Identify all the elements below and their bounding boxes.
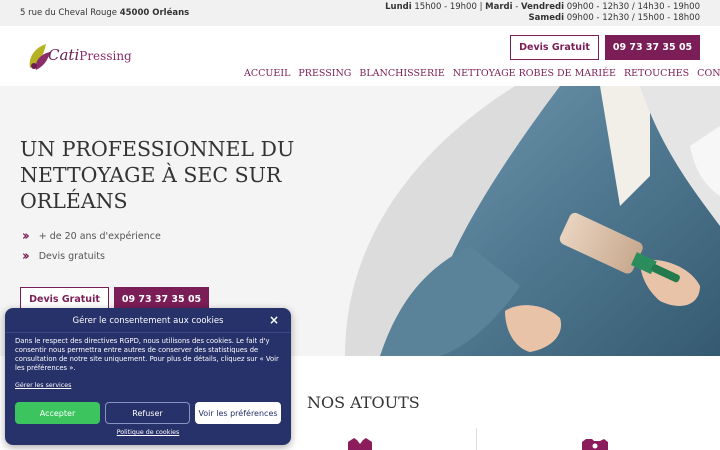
atouts-title: NOS ATOUTS bbox=[307, 393, 420, 412]
washing-machine-icon bbox=[582, 439, 608, 450]
cookie-divider bbox=[5, 332, 291, 333]
nav-item-blanchisserie[interactable]: BLANCHISSERIE bbox=[359, 68, 444, 79]
site-logo[interactable]: CatiPressing bbox=[26, 38, 136, 72]
nav-item-nettoyage-robes[interactable]: NETTOYAGE ROBES DE MARIÉE bbox=[453, 68, 616, 79]
cookie-text: Dans le respect des directives RGPD, nou… bbox=[15, 337, 279, 372]
hours-day-samedi: Samedi bbox=[528, 13, 564, 23]
close-icon[interactable]: × bbox=[269, 313, 279, 327]
nav-item-accueil[interactable]: ACCUEIL bbox=[244, 68, 290, 79]
hours-time-samedi: 09h00 - 12h30 / 15h00 - 18h00 bbox=[564, 13, 700, 23]
double-chevron-icon: ›› bbox=[22, 249, 30, 264]
accept-button[interactable]: Accepter bbox=[15, 402, 100, 424]
double-chevron-icon: ›› bbox=[22, 229, 30, 244]
hours-time-lundi: 15h00 - 19h00 | bbox=[411, 2, 486, 12]
hours-day-mardi: Mardi bbox=[485, 2, 513, 12]
shirt-icon bbox=[348, 438, 372, 450]
cookie-policy-link[interactable]: Politique de cookies bbox=[5, 429, 291, 436]
hours-separator: - bbox=[512, 2, 522, 12]
refuse-button[interactable]: Refuser bbox=[105, 402, 190, 424]
address: 5 rue du Cheval Rouge 45000 Orléans bbox=[20, 8, 189, 18]
preferences-button[interactable]: Voir les préférences bbox=[195, 402, 281, 424]
nav-item-contact[interactable]: CONTACT bbox=[697, 68, 720, 79]
hero-title: UN PROFESSIONNEL DU NETTOYAGE À SEC SUR … bbox=[20, 137, 295, 213]
manage-services-link[interactable]: Gérer les services bbox=[15, 382, 71, 389]
hours-line-2: Samedi 09h00 - 12h30 / 15h00 - 18h00 bbox=[385, 13, 700, 24]
cookie-consent-modal: Gérer le consentement aux cookies × Dans… bbox=[5, 308, 291, 445]
atout-divider bbox=[476, 428, 477, 450]
feature-text: + de 20 ans d'expérience bbox=[38, 231, 161, 242]
header-devis-button[interactable]: Devis Gratuit bbox=[510, 35, 599, 60]
hero-feature-experience: ›› + de 20 ans d'expérience bbox=[22, 229, 161, 244]
nav-item-pressing[interactable]: PRESSING bbox=[298, 68, 351, 79]
nav-item-retouches[interactable]: RETOUCHES bbox=[624, 68, 689, 79]
address-street: 5 rue du Cheval Rouge bbox=[20, 8, 117, 18]
hours-day-lundi: Lundi bbox=[385, 2, 412, 12]
logo-text: CatiPressing bbox=[48, 46, 132, 64]
hours-line-1: Lundi 15h00 - 19h00 | Mardi - Vendredi 0… bbox=[385, 2, 700, 13]
opening-hours: Lundi 15h00 - 19h00 | Mardi - Vendredi 0… bbox=[385, 2, 700, 24]
feature-text: Devis gratuits bbox=[38, 251, 105, 262]
logo-text-cati: Cati bbox=[48, 46, 80, 64]
hero-feature-devis: ›› Devis gratuits bbox=[22, 249, 105, 264]
logo-text-pressing: Pressing bbox=[79, 49, 132, 63]
header-phone-button[interactable]: 09 73 37 35 05 bbox=[605, 35, 700, 60]
cookie-title: Gérer le consentement aux cookies bbox=[72, 316, 224, 326]
hours-time-week: 09h00 - 12h30 / 14h30 - 19h00 bbox=[564, 2, 700, 12]
top-info-bar: 5 rue du Cheval Rouge 45000 Orléans Lund… bbox=[0, 0, 720, 26]
address-city: 45000 Orléans bbox=[119, 8, 190, 18]
main-nav: ACCUEIL PRESSING BLANCHISSERIE NETTOYAGE… bbox=[244, 68, 720, 79]
hours-day-vendredi: Vendredi bbox=[521, 2, 564, 12]
